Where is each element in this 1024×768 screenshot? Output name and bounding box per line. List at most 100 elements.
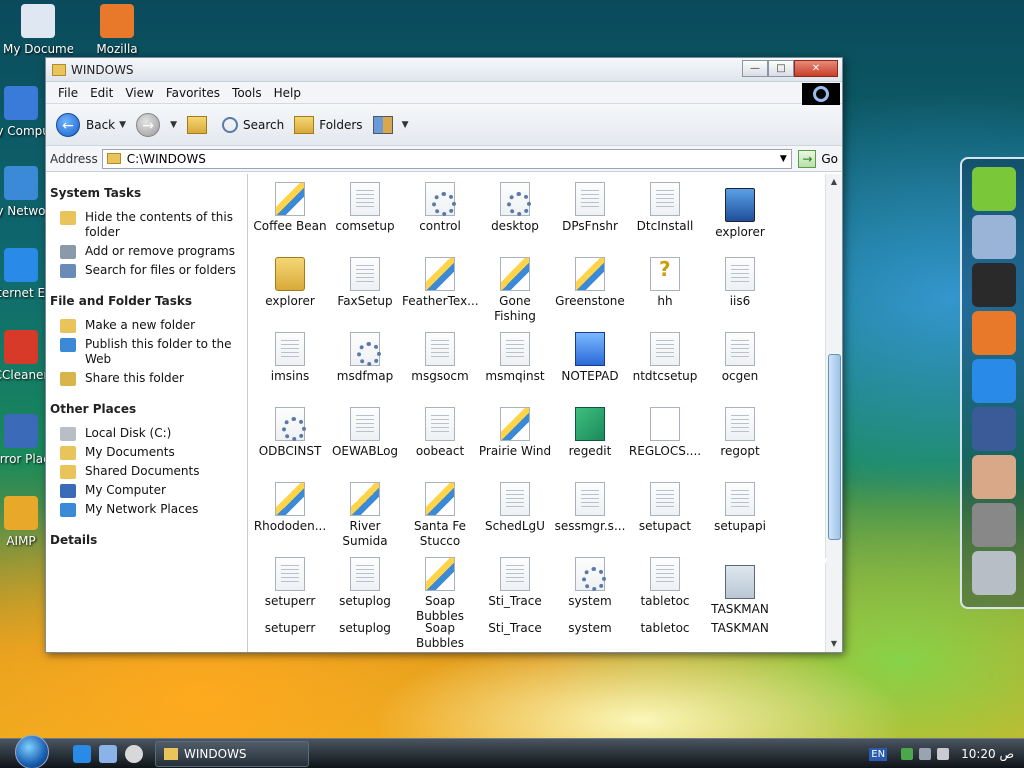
- file-item[interactable]: Santa Fe Stucco: [402, 482, 478, 549]
- settings-gear-icon[interactable]: [972, 503, 1016, 547]
- file-item[interactable]: explorer: [252, 257, 328, 309]
- file-item[interactable]: DtcInstall: [627, 182, 703, 234]
- file-item[interactable]: TASKMAN: [702, 557, 778, 617]
- file-item-partial[interactable]: Soap Bubbles: [402, 621, 478, 651]
- volume-tray-icon[interactable]: [937, 748, 950, 760]
- menu-file[interactable]: File: [52, 86, 84, 100]
- scroll-up-icon[interactable]: ▲: [826, 174, 842, 190]
- file-item[interactable]: desktop: [477, 182, 553, 234]
- menu-tools[interactable]: Tools: [226, 86, 268, 100]
- trash-icon[interactable]: [972, 551, 1016, 595]
- other-places-title[interactable]: Other Places: [50, 402, 243, 416]
- file-item[interactable]: system: [552, 557, 628, 609]
- file-item[interactable]: FeatherTex...: [402, 257, 479, 309]
- file-item[interactable]: FaxSetup: [327, 257, 403, 309]
- file-item[interactable]: Prairie Wind: [477, 407, 553, 459]
- file-item-partial[interactable]: setuperr: [252, 621, 328, 636]
- up-folder-button[interactable]: [186, 115, 212, 134]
- file-item[interactable]: hh: [627, 257, 703, 309]
- file-item[interactable]: msdfmap: [327, 332, 403, 384]
- desktop-icon-0[interactable]: My Documents: [3, 4, 73, 56]
- menu-view[interactable]: View: [119, 86, 159, 100]
- facebook-icon[interactable]: [972, 407, 1016, 451]
- file-item[interactable]: Coffee Bean: [252, 182, 328, 234]
- file-item-partial[interactable]: TASKMAN: [702, 621, 778, 636]
- system-task-item[interactable]: Hide the contents of this folder: [60, 210, 243, 240]
- file-item[interactable]: explorer: [702, 182, 778, 240]
- file-item[interactable]: REGLOCS....: [627, 407, 703, 459]
- file-item[interactable]: ntdtcsetup: [627, 332, 703, 384]
- file-item-partial[interactable]: Sti_Trace: [477, 621, 553, 636]
- network-tray-icon[interactable]: [901, 748, 914, 760]
- details-title[interactable]: Details: [50, 533, 243, 547]
- start-button[interactable]: [15, 734, 49, 768]
- file-item[interactable]: iis6: [702, 257, 778, 309]
- back-button[interactable]: ← Back ▼: [56, 112, 126, 137]
- menu-help[interactable]: Help: [268, 86, 307, 100]
- file-item[interactable]: Greenstone: [552, 257, 628, 309]
- other-place-item[interactable]: Shared Documents: [60, 464, 243, 479]
- scroll-thumb[interactable]: [828, 354, 841, 540]
- file-item[interactable]: control: [402, 182, 478, 234]
- file-item[interactable]: Rhododen...: [252, 482, 328, 534]
- scroll-down-icon[interactable]: ▼: [826, 636, 842, 652]
- file-item[interactable]: ocgen: [702, 332, 778, 384]
- file-item[interactable]: ODBCINST: [252, 407, 328, 459]
- back-dropdown-icon[interactable]: ▼: [119, 120, 126, 130]
- taskbar-window-button[interactable]: WINDOWS: [155, 740, 309, 767]
- clock[interactable]: 10:20 ص: [961, 747, 1014, 761]
- file-item[interactable]: regopt: [702, 407, 778, 459]
- title-bar[interactable]: WINDOWS — □ ✕: [46, 58, 842, 82]
- file-item[interactable]: Soap Bubbles: [402, 557, 478, 624]
- file-item[interactable]: regedit: [552, 407, 628, 459]
- tablet-icon[interactable]: [972, 263, 1016, 307]
- file-task-item[interactable]: Share this folder: [60, 371, 243, 386]
- other-place-item[interactable]: My Network Places: [60, 502, 243, 517]
- file-item-partial[interactable]: setuplog: [327, 621, 403, 636]
- file-item[interactable]: imsins: [252, 332, 328, 384]
- other-place-item[interactable]: My Computer: [60, 483, 243, 498]
- menu-edit[interactable]: Edit: [84, 86, 119, 100]
- ie-quicklaunch-icon[interactable]: [73, 744, 91, 763]
- file-item[interactable]: setupact: [627, 482, 703, 534]
- go-button[interactable]: → Go: [798, 149, 838, 168]
- system-task-item[interactable]: Add or remove programs: [60, 244, 243, 259]
- file-item-partial[interactable]: tabletoc: [627, 621, 703, 636]
- search-button[interactable]: Search: [221, 116, 284, 133]
- file-item[interactable]: Sti_Trace: [477, 557, 553, 609]
- system-tasks-title[interactable]: System Tasks: [50, 186, 243, 200]
- file-item[interactable]: msgsocm: [402, 332, 478, 384]
- firefox-icon[interactable]: [972, 311, 1016, 355]
- maximize-button[interactable]: □: [768, 60, 794, 77]
- file-item[interactable]: NOTEPAD: [552, 332, 628, 384]
- satellite-icon[interactable]: [972, 215, 1016, 259]
- file-item-partial[interactable]: system: [552, 621, 628, 636]
- forward-button[interactable]: → ▼: [136, 112, 177, 137]
- address-dropdown-icon[interactable]: ▼: [775, 154, 791, 164]
- file-item[interactable]: OEWABLog: [327, 407, 403, 459]
- address-field[interactable]: C:\WINDOWS ▼: [101, 148, 793, 169]
- desktop-icon-1[interactable]: Mozilla: [82, 4, 152, 56]
- file-item[interactable]: comsetup: [327, 182, 403, 234]
- menu-favorites[interactable]: Favorites: [160, 86, 226, 100]
- file-task-item[interactable]: Make a new folder: [60, 318, 243, 333]
- other-place-item[interactable]: My Documents: [60, 445, 243, 460]
- folders-button[interactable]: Folders: [294, 115, 363, 134]
- file-item[interactable]: setupapi: [702, 482, 778, 534]
- file-item[interactable]: sessmgr.s...: [552, 482, 628, 534]
- file-item[interactable]: DPsFnshr: [552, 182, 628, 234]
- other-place-item[interactable]: Local Disk (C:): [60, 426, 243, 441]
- file-item[interactable]: msmqinst: [477, 332, 553, 384]
- show-desktop-icon[interactable]: [99, 744, 117, 763]
- file-folder-tasks-title[interactable]: File and Folder Tasks: [50, 294, 243, 308]
- language-indicator[interactable]: EN: [869, 747, 888, 761]
- file-item[interactable]: setuperr: [252, 557, 328, 609]
- file-item[interactable]: setuplog: [327, 557, 403, 609]
- android-icon[interactable]: [972, 167, 1016, 211]
- system-task-item[interactable]: Search for files or folders: [60, 263, 243, 278]
- forward-dropdown-icon[interactable]: ▼: [170, 120, 177, 130]
- file-item[interactable]: tabletoc: [627, 557, 703, 609]
- file-item[interactable]: SchedLgU: [477, 482, 553, 534]
- connection-tray-icon[interactable]: [919, 748, 932, 760]
- file-item[interactable]: Gone Fishing: [477, 257, 553, 324]
